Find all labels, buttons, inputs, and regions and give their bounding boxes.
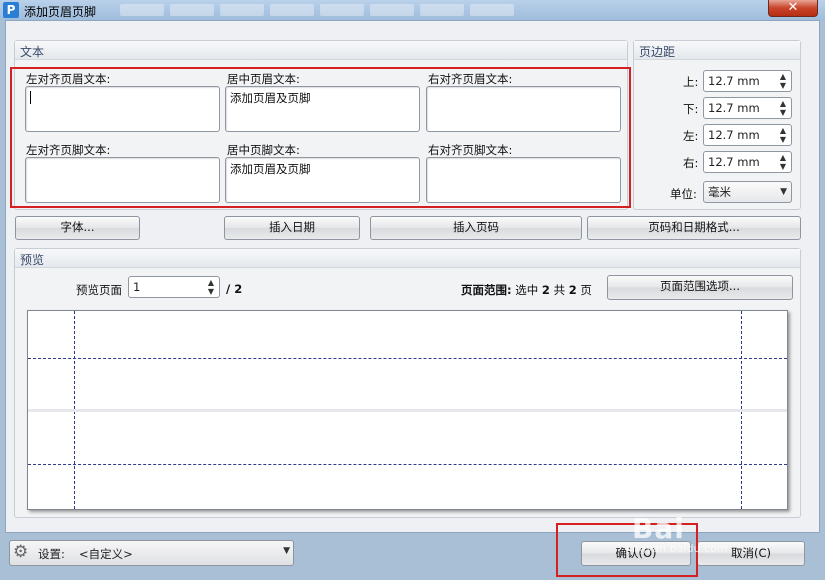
insert-date-button[interactable]: 插入日期 [224, 216, 360, 240]
page-range-total-count: 2 [568, 283, 577, 297]
center-header-label: 居中页眉文本: [227, 72, 300, 86]
unit-select[interactable]: 毫米 ▼ [703, 181, 792, 203]
settings-label: 设置: [38, 547, 65, 561]
spin-arrows-icon[interactable]: ▲ ▼ [205, 278, 217, 296]
right-footer-input[interactable] [426, 157, 621, 203]
margin-left-label: 左: [683, 129, 699, 143]
gear-icon: ⚙ [13, 542, 29, 562]
background-window-tabs [120, 2, 640, 18]
spin-arrows-icon[interactable]: ▲ ▼ [777, 99, 789, 117]
margins-group-title: 页边距 [634, 41, 800, 60]
page-range-info: 页面范围: 选中 2 共 2 页 [461, 282, 592, 298]
close-button[interactable]: ✕ [768, 0, 818, 17]
page-range-label: 页面范围: [461, 283, 512, 297]
unit-value: 毫米 [708, 185, 731, 199]
insert-page-number-button[interactable]: 插入页码 [370, 216, 582, 240]
right-header-label: 右对齐页眉文本: [428, 72, 513, 86]
margin-bottom-label: 下: [683, 102, 699, 116]
footer-margin-line [28, 464, 787, 465]
left-header-label: 左对齐页眉文本: [26, 72, 111, 86]
preview-page-value: 1 [133, 280, 141, 294]
chevron-down-icon: ▼ [283, 546, 290, 556]
center-footer-input[interactable]: 添加页眉及页脚 [225, 157, 420, 203]
left-header-input[interactable] [25, 86, 220, 132]
preview-canvas [27, 310, 788, 510]
preview-page-label: 预览页面 [76, 283, 122, 297]
preview-page-total: / 2 [226, 282, 243, 296]
margin-bottom-spinner[interactable]: 12.7 mm ▲ ▼ [703, 97, 792, 119]
center-header-input[interactable]: 添加页眉及页脚 [225, 86, 420, 132]
right-footer-label: 右对齐页脚文本: [428, 143, 513, 157]
margin-top-value: 12.7 mm [708, 74, 760, 88]
margin-left-spinner[interactable]: 12.7 mm ▲ ▼ [703, 124, 792, 146]
right-header-input[interactable] [426, 86, 621, 132]
center-footer-label: 居中页脚文本: [227, 143, 300, 157]
spin-arrows-icon[interactable]: ▲ ▼ [777, 126, 789, 144]
settings-value: <自定义> [79, 547, 133, 561]
window-title: 添加页眉页脚 [24, 5, 97, 19]
page-range-options-button[interactable]: 页面范围选项... [607, 275, 793, 300]
page-range-total-word: 共 [553, 283, 566, 297]
settings-dropdown[interactable]: ⚙ 设置: <自定义> ▼ [9, 540, 294, 566]
left-footer-label: 左对齐页脚文本: [26, 143, 111, 157]
margin-bottom-value: 12.7 mm [708, 101, 760, 115]
page-range-page-word: 页 [580, 283, 592, 297]
page-range-selected-count: 2 [541, 283, 550, 297]
text-group-title: 文本 [15, 41, 627, 60]
page-date-format-button[interactable]: 页码和日期格式... [587, 216, 801, 240]
spin-arrows-icon[interactable]: ▲ ▼ [777, 153, 789, 171]
preview-group-title: 预览 [15, 249, 800, 268]
margin-top-spinner[interactable]: 12.7 mm ▲ ▼ [703, 70, 792, 92]
left-footer-input[interactable] [25, 157, 220, 203]
margin-right-label: 右: [683, 156, 699, 170]
app-icon: P [3, 2, 19, 18]
margin-top-label: 上: [683, 75, 699, 89]
chevron-down-icon: ▼ [780, 187, 787, 197]
page-range-select-word: 选中 [515, 283, 539, 297]
page-break [28, 409, 787, 412]
preview-page-spinner[interactable]: 1 ▲ ▼ [128, 276, 220, 298]
spin-arrows-icon[interactable]: ▲ ▼ [777, 72, 789, 90]
watermark-url: jingyan.baidu.com [626, 542, 728, 555]
font-button[interactable]: 字体... [15, 216, 140, 240]
margin-right-spinner[interactable]: 12.7 mm ▲ ▼ [703, 151, 792, 173]
watermark-logo: Bai [632, 512, 685, 545]
text-caret [30, 91, 31, 104]
margin-left-value: 12.7 mm [708, 128, 760, 142]
unit-label: 单位: [670, 187, 697, 201]
margin-right-value: 12.7 mm [708, 155, 760, 169]
header-margin-line [28, 358, 787, 359]
